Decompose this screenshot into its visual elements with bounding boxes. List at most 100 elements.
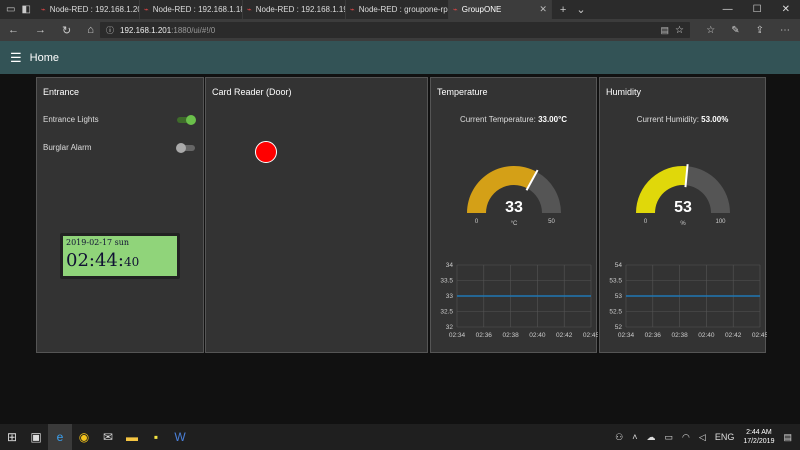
x-tick-label: 02:45 — [752, 332, 767, 339]
tab-label: GroupONE — [461, 5, 502, 14]
window-icons: ▭ ◧ — [0, 0, 37, 19]
back-icon[interactable]: ← — [8, 24, 19, 37]
home-icon[interactable]: ⌂ — [87, 24, 94, 37]
gauge-remaining-arc — [685, 166, 730, 213]
gauge-max-label: 50 — [548, 219, 555, 225]
digital-clock: 2019-02-17 sun 02:44:40 — [60, 233, 180, 279]
node-red-icon: ⌁ — [246, 5, 252, 14]
mail-icon[interactable]: ✉ — [96, 424, 120, 450]
tab-preview-icon[interactable]: ▭ — [6, 4, 15, 15]
y-tick-label: 53.5 — [609, 278, 622, 285]
x-tick-label: 02:40 — [698, 332, 715, 339]
close-tab-icon[interactable]: ✕ — [539, 4, 547, 15]
y-tick-label: 33.5 — [440, 278, 453, 285]
reading-view-icon[interactable]: ▤ — [661, 25, 670, 36]
browser-tab-active[interactable]: ⌁ GroupONE ✕ — [448, 0, 552, 19]
switch-knob — [176, 143, 186, 153]
gauge-units: % — [680, 221, 686, 227]
more-icon[interactable]: ⋯ — [780, 25, 790, 36]
y-tick-label: 32.5 — [440, 309, 453, 316]
word-icon[interactable]: W — [168, 424, 192, 450]
humidity-widgets: 53% 0 100 54 53.5 53 52.5 5202:34 02:36 02:38 02:… — [609, 164, 767, 339]
windows-taskbar: ⊞ ▣ e ◉ ✉ ▬ ▪ W ⚇ ˄ ☁ ▭ ◠ ◁ ENG 2:44 AM … — [0, 424, 800, 450]
info-icon[interactable]: ⓘ — [106, 25, 114, 36]
language-indicator[interactable]: ENG — [715, 432, 735, 442]
favorites-icon[interactable]: ☆ — [706, 25, 715, 36]
humidity-chart: 54 53.5 53 52.5 5202:34 02:36 02:38 02:40 02:42 0… — [609, 262, 767, 339]
url-path: :1880/ui/#!/0 — [171, 25, 216, 35]
y-tick-label: 54 — [615, 262, 623, 269]
x-tick-label: 02:38 — [671, 332, 688, 339]
chrome-icon[interactable]: ◉ — [72, 424, 96, 450]
browser-tab[interactable]: ⌁Node-RED : 192.168.1.195✕ — [243, 0, 346, 19]
temperature-card: Temperature Current Temperature: 33.00°C… — [430, 77, 598, 353]
browser-tab[interactable]: ⌁Node-RED : 192.168.1.201✕ — [37, 0, 140, 19]
set-aside-tabs-icon[interactable]: ◧ — [21, 4, 30, 15]
system-tray: ⚇ ˄ ☁ ▭ ◠ ◁ ENG 2:44 AM 17/2/2019 ▤ — [615, 428, 800, 446]
new-tab-icon[interactable]: + — [560, 4, 566, 16]
file-explorer-icon[interactable]: ▬ — [120, 424, 144, 450]
cloud-icon[interactable]: ☁ — [647, 432, 656, 443]
url-field[interactable]: ⓘ 192.168.1.201 :1880/ui/#!/0 ▤ ☆ — [100, 22, 690, 38]
x-tick-label: 02:36 — [476, 332, 493, 339]
humidity-gauge: 53% 0 100 — [636, 164, 730, 227]
taskbar-clock[interactable]: 2:44 AM 17/2/2019 — [743, 428, 774, 446]
chevron-up-icon[interactable]: ˄ — [632, 432, 637, 442]
share-icon[interactable]: ⇪ — [756, 25, 764, 36]
burglar-alarm-label: Burglar Alarm — [43, 143, 92, 152]
url-host: 192.168.1.201 — [120, 25, 172, 35]
y-tick-label: 33 — [446, 293, 454, 300]
switch-knob — [186, 115, 196, 125]
temperature-widgets: 33 °C 0 50 34 33.5 33 32.5 3202:34 02:36 02:38 02:… — [440, 165, 598, 339]
clock-time: 02:44:40 — [66, 250, 139, 271]
edge-browser-icon[interactable]: e — [48, 424, 72, 450]
minimize-icon[interactable]: — — [723, 4, 733, 15]
maximize-icon[interactable]: ☐ — [753, 4, 762, 15]
start-windows-icon[interactable]: ⊞ — [0, 424, 24, 450]
window-controls: — ☐ ✕ — [713, 0, 800, 19]
hamburger-menu-icon[interactable]: ☰ — [10, 50, 22, 66]
battery-icon[interactable]: ▭ — [665, 432, 674, 443]
x-tick-label: 02:40 — [529, 332, 546, 339]
close-window-icon[interactable]: ✕ — [782, 4, 790, 15]
forward-icon[interactable]: → — [35, 24, 46, 37]
clock-seconds: 40 — [123, 255, 140, 269]
x-tick-label: 02:42 — [556, 332, 573, 339]
people-icon[interactable]: ⚇ — [615, 432, 623, 443]
node-red-icon: ⌁ — [143, 5, 149, 14]
refresh-icon[interactable]: ↻ — [62, 24, 71, 37]
y-tick-label: 52 — [615, 324, 623, 331]
dashboard-content: Entrance Entrance Lights Burglar Alarm 2… — [0, 74, 800, 424]
tab-label: Node-RED : 192.168.1.184 — [152, 5, 243, 14]
door-status-led — [255, 141, 277, 163]
gauge-value-text: 53 — [674, 199, 692, 216]
task-view-icon[interactable]: ▣ — [24, 424, 48, 450]
x-tick-label: 02:45 — [583, 332, 598, 339]
browser-tab-bar: ▭ ◧ ⌁Node-RED : 192.168.1.201✕ ⌁Node-RED… — [0, 0, 800, 19]
entrance-lights-switch[interactable] — [177, 115, 196, 125]
favorite-star-icon[interactable]: ☆ — [675, 25, 684, 36]
burglar-alarm-switch[interactable] — [176, 143, 195, 153]
y-tick-label: 52.5 — [609, 309, 622, 316]
gauge-max-label: 100 — [715, 219, 726, 225]
sticky-notes-icon[interactable]: ▪ — [144, 424, 168, 450]
y-tick-label: 53 — [615, 293, 623, 300]
browser-tab[interactable]: ⌁Node-RED : groupone-rpi.n✕ — [346, 0, 449, 19]
gauge-units: °C — [511, 221, 518, 227]
x-tick-label: 02:38 — [502, 332, 519, 339]
browser-tab[interactable]: ⌁Node-RED : 192.168.1.184✕ — [140, 0, 243, 19]
reading-list-icon[interactable]: ✎ — [731, 25, 739, 36]
card-title: Entrance — [43, 87, 80, 97]
address-bar: ← → ↻ ⌂ ⓘ 192.168.1.201 :1880/ui/#!/0 ▤ … — [0, 19, 800, 41]
taskbar-time: 2:44 AM — [746, 429, 772, 436]
gauge-min-label: 0 — [475, 219, 479, 225]
chevron-down-icon[interactable]: ⌄ — [576, 3, 585, 16]
wifi-icon[interactable]: ◠ — [682, 432, 690, 443]
temperature-gauge: 33 °C 0 50 — [467, 165, 561, 227]
clock-date: 2019-02-17 sun — [66, 238, 130, 247]
volume-icon[interactable]: ◁ — [699, 432, 706, 443]
node-red-icon: ⌁ — [40, 5, 46, 14]
notifications-icon[interactable]: ▤ — [783, 432, 792, 443]
y-tick-label: 32 — [446, 324, 454, 331]
dashboard-header: ☰ Home — [0, 41, 800, 74]
